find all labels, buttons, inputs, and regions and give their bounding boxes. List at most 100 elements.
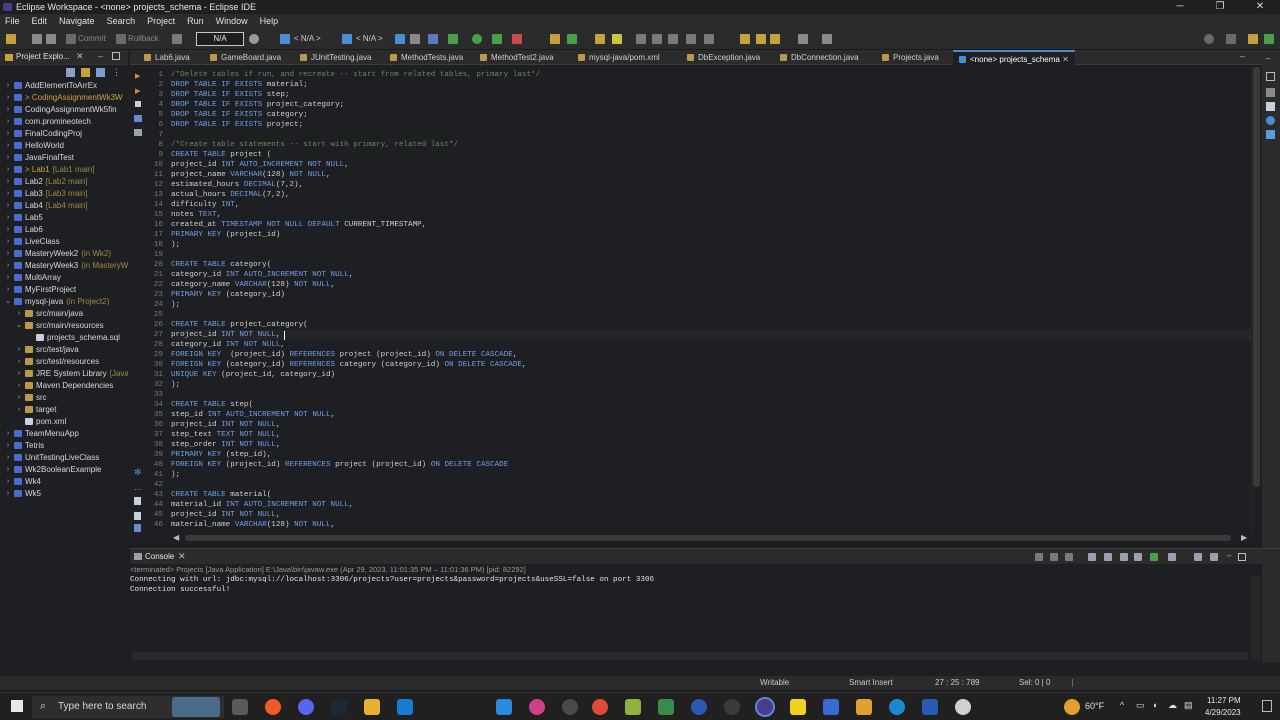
view-menu-icon[interactable]: ⋮ xyxy=(112,67,121,78)
minimize-editor-icon[interactable]: – xyxy=(1240,51,1245,61)
sql-icon[interactable] xyxy=(428,34,438,44)
tree-expand-icon[interactable]: › xyxy=(5,260,11,272)
commit-icon[interactable] xyxy=(66,34,76,44)
tree-expand-icon[interactable]: › xyxy=(5,128,11,140)
annotation-prev-icon[interactable] xyxy=(704,34,714,44)
tree-expand-icon[interactable]: › xyxy=(5,488,11,500)
menu-window[interactable]: Window xyxy=(211,14,255,28)
tree-item[interactable]: Lab5 xyxy=(14,212,43,224)
code-line[interactable]: step_id INT AUTO_INCREMENT NOT NULL, xyxy=(171,410,335,420)
keyboard-icon[interactable]: ▤ xyxy=(1184,700,1193,711)
tree-item[interactable]: AddElementToArrEx xyxy=(14,80,97,92)
restore-icon[interactable] xyxy=(1266,72,1275,81)
eclipse-taskbar-icon[interactable] xyxy=(755,697,775,717)
remove-launch-icon[interactable] xyxy=(1050,553,1058,561)
menu-project[interactable]: Project xyxy=(142,14,182,28)
code-line[interactable]: project_id INT NOT NULL, xyxy=(171,420,280,430)
tree-expand-icon[interactable]: › xyxy=(16,404,22,416)
new-console-icon[interactable] xyxy=(1194,553,1202,561)
database-icon[interactable] xyxy=(342,34,352,44)
zoom-icon[interactable] xyxy=(691,699,707,715)
tree-item[interactable]: projects_schema.sql xyxy=(36,332,120,344)
tree-expand-icon[interactable]: › xyxy=(16,392,22,404)
editor-tab[interactable]: mysql-java/pom.xml xyxy=(576,50,662,65)
tree-item[interactable]: Lab2 [Lab2 main] xyxy=(14,176,88,188)
editor-tab[interactable]: DbException.java xyxy=(685,50,762,65)
vscode-icon[interactable] xyxy=(496,699,512,715)
code-line[interactable]: PRIMARY KEY (category_id) xyxy=(171,290,285,300)
word-icon[interactable] xyxy=(922,699,938,715)
tree-expand-icon[interactable]: › xyxy=(5,176,11,188)
tree-expand-icon[interactable]: › xyxy=(5,464,11,476)
code-line[interactable]: FOREIGN KEY (category_id) REFERENCES cat… xyxy=(171,360,527,370)
run-icon[interactable] xyxy=(472,34,482,44)
editor-tab[interactable]: Lab6.java xyxy=(142,50,192,65)
tree-item[interactable]: Wk4 xyxy=(14,476,41,488)
menu-help[interactable]: Help xyxy=(255,14,286,28)
history-view-icon[interactable] xyxy=(1266,116,1275,125)
task-view-icon[interactable] xyxy=(232,699,248,715)
tree-expand-icon[interactable]: › xyxy=(5,236,11,248)
open-console-icon[interactable] xyxy=(1168,553,1176,561)
tree-item[interactable]: CodingAssignmentWk5fin xyxy=(14,104,117,116)
tree-expand-icon[interactable]: › xyxy=(5,152,11,164)
close-icon[interactable]: ✕ xyxy=(1060,55,1069,64)
volume-icon[interactable]: ◖ xyxy=(1152,700,1157,710)
code-line[interactable]: ); xyxy=(171,380,180,390)
debug-icon[interactable] xyxy=(448,34,458,44)
maximize-view-icon[interactable] xyxy=(1238,553,1246,561)
tree-item[interactable]: JavaFinalTest xyxy=(14,152,74,164)
editor-tab[interactable]: DbConnection.java xyxy=(778,50,861,65)
debug-perspective-icon[interactable] xyxy=(1264,34,1274,44)
terminal-icon[interactable] xyxy=(822,34,832,44)
database-combo[interactable]: < N/A > xyxy=(356,34,383,43)
code-line[interactable]: ); xyxy=(171,470,180,480)
tree-item[interactable]: pom.xml xyxy=(25,416,66,428)
chrome-icon[interactable] xyxy=(592,699,608,715)
maximize-view-icon[interactable] xyxy=(112,52,120,60)
code-line[interactable]: step_text TEXT NOT NULL, xyxy=(171,430,280,440)
tree-expand-icon[interactable]: › xyxy=(5,476,11,488)
tree-expand-icon[interactable]: › xyxy=(5,248,11,260)
code-line[interactable]: CREATE TABLE material( xyxy=(171,490,271,500)
code-line[interactable]: /*Delete tables if run, and recreate -- … xyxy=(171,70,540,80)
tree-item[interactable]: TeamMenuApp xyxy=(14,428,79,440)
save-all-icon[interactable] xyxy=(46,34,56,44)
tree-expand-icon[interactable]: › xyxy=(5,164,11,176)
code-line[interactable]: DROP TABLE IF EXISTS material; xyxy=(171,80,308,90)
tree-item[interactable]: src/main/java xyxy=(25,308,83,320)
rollback-button[interactable]: Rollback xyxy=(128,34,159,43)
tree-expand-icon[interactable]: › xyxy=(5,188,11,200)
code-line[interactable]: CREATE TABLE project ( xyxy=(171,150,271,160)
code-line[interactable]: CREATE TABLE step( xyxy=(171,400,253,410)
tree-item[interactable]: HelloWorld xyxy=(14,140,64,152)
minimize-button[interactable]: ─ xyxy=(1160,0,1200,14)
tree-expand-icon[interactable]: › xyxy=(5,116,11,128)
tree-item[interactable]: MasteryWeek3 (in MasteryW xyxy=(14,260,128,272)
rollback-icon[interactable] xyxy=(116,34,126,44)
connection-combo[interactable]: < N/A > xyxy=(294,34,321,43)
tree-item[interactable]: UnitTestingLiveClass xyxy=(14,452,99,464)
pin-console-icon[interactable] xyxy=(1134,553,1142,561)
code-line[interactable]: CREATE TABLE project_category( xyxy=(171,320,308,330)
status-cursor-position[interactable]: 27 : 25 : 789 xyxy=(935,676,979,690)
tree-item[interactable]: Maven Dependencies xyxy=(25,380,113,392)
maximize-button[interactable]: ❐ xyxy=(1200,0,1240,14)
minimize-view-icon[interactable]: – xyxy=(98,51,103,61)
app-icon[interactable] xyxy=(397,699,413,715)
tree-expand-icon[interactable]: › xyxy=(5,272,11,284)
app-icon[interactable] xyxy=(529,699,545,715)
tree-item[interactable]: mysql-java (in Project2) xyxy=(14,296,109,308)
code-line[interactable]: FOREIGN KEY (project_id) REFERENCES proj… xyxy=(171,350,517,360)
windows-start-icon[interactable] xyxy=(11,700,23,712)
collapse-all-icon[interactable] xyxy=(66,68,75,77)
sticky-notes-icon[interactable] xyxy=(790,699,806,715)
link-editor-icon[interactable] xyxy=(81,68,90,77)
format-icon[interactable] xyxy=(172,34,182,44)
external-tools-icon[interactable] xyxy=(512,34,522,44)
new-icon[interactable] xyxy=(6,34,16,44)
tree-item[interactable]: src/test/java xyxy=(25,344,79,356)
file-explorer-icon[interactable] xyxy=(364,699,380,715)
tree-item[interactable]: com.promineotech xyxy=(14,116,91,128)
code-line[interactable]: FOREIGN KEY (project_id) REFERENCES proj… xyxy=(171,460,508,470)
